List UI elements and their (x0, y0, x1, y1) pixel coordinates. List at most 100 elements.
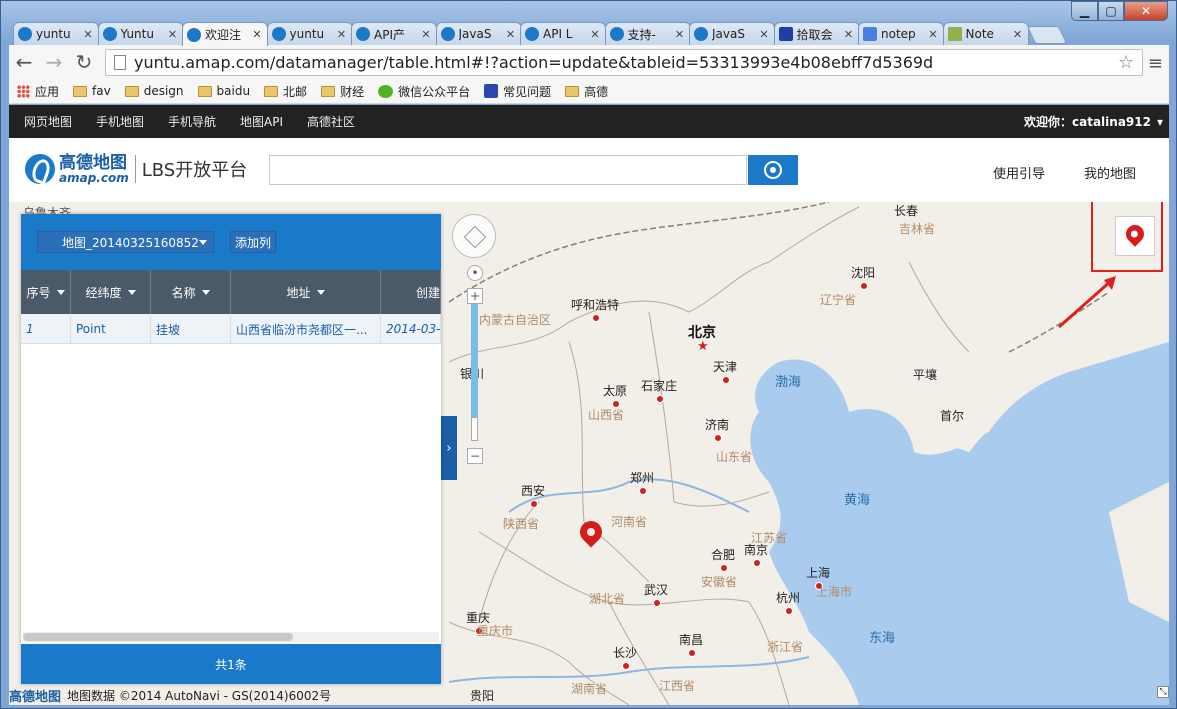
back-button[interactable]: ← (9, 47, 39, 77)
sea-label: 黄海 (844, 493, 871, 508)
column-header-coords[interactable]: 经纬度 (71, 270, 151, 314)
maximize-button[interactable]: ▢ (1098, 1, 1124, 21)
bookmark-item[interactable]: 微信公众平台 (378, 83, 470, 100)
cell-created: 2014-03-2 (381, 314, 441, 344)
province-label: 辽宁省 (820, 293, 857, 307)
map-select[interactable]: 地图_20140325160852 (37, 231, 214, 253)
topnav-item[interactable]: 手机导航 (168, 113, 216, 130)
page-content: 网页地图 手机地图 手机导航 地图API 高德社区 欢迎你：catalina91… (9, 105, 1169, 705)
column-header-name[interactable]: 名称 (151, 270, 231, 314)
horizontal-scrollbar[interactable] (23, 632, 439, 642)
city-label: 上海 (806, 566, 831, 590)
tab-label: Yuntu (120, 27, 154, 41)
column-header-index[interactable]: 序号 (21, 270, 71, 314)
province-label: 内蒙古自治区 (479, 313, 552, 327)
tab-label: 欢迎注 (205, 28, 242, 42)
scrollbar-thumb[interactable] (23, 633, 293, 641)
browser-tab[interactable]: Yuntu ✕ (97, 22, 184, 45)
zoom-reset-button[interactable]: • (467, 265, 483, 281)
table-row[interactable]: 1 Point 挂坡 山西省临汾市尧都区一... 2014-03-2 (21, 314, 441, 344)
reload-button[interactable]: ↻ (69, 47, 99, 77)
browser-tab[interactable]: JavaS ✕ (435, 22, 522, 45)
topnav-item[interactable]: 高德社区 (307, 113, 355, 130)
star-icon[interactable]: ☆ (1118, 52, 1142, 73)
expand-icon[interactable]: ⤡ (1157, 686, 1169, 698)
browser-tab[interactable]: notep ✕ (858, 22, 944, 45)
province-label: 河南省 (611, 515, 648, 529)
close-icon[interactable]: ✕ (674, 28, 686, 41)
browser-tab[interactable]: 欢迎注 ✕ (182, 22, 268, 46)
close-icon[interactable]: ✕ (505, 28, 517, 41)
user-menu[interactable]: 欢迎你：catalina912 ▾ (1024, 105, 1169, 138)
close-icon[interactable]: ✕ (82, 28, 94, 41)
close-icon[interactable]: ✕ (1012, 28, 1024, 41)
close-icon[interactable]: ✕ (336, 28, 348, 41)
close-icon[interactable]: ✕ (843, 28, 855, 41)
column-label: 经纬度 (85, 285, 122, 300)
close-icon[interactable]: ✕ (758, 28, 770, 41)
bookmark-item[interactable]: 高德 (565, 83, 608, 100)
topnav-item[interactable]: 网页地图 (24, 113, 72, 130)
browser-tab[interactable]: API产 ✕ (351, 22, 437, 45)
close-icon[interactable]: ✕ (167, 28, 179, 41)
panel-collapse-button[interactable]: › (441, 416, 457, 480)
topnav-item[interactable]: 地图API (240, 113, 283, 130)
sort-icon (316, 289, 325, 295)
amap-logo[interactable]: 高德地图 amap.com LBS开放平台 (25, 154, 247, 184)
my-maps-link[interactable]: 我的地图 (1084, 163, 1136, 182)
reload-icon: ↻ (75, 50, 93, 74)
add-column-button[interactable]: 添加列 (230, 231, 276, 253)
bookmark-label: 北邮 (283, 84, 308, 99)
zoom-in-button[interactable]: + (467, 288, 483, 304)
amap-logo-icon (25, 154, 55, 184)
topnav-item[interactable]: 手机地图 (96, 113, 144, 130)
province-label: 安徽省 (701, 575, 738, 589)
bookmark-item[interactable]: fav (73, 84, 111, 98)
zoom-handle[interactable] (471, 417, 478, 441)
close-icon[interactable]: ✕ (589, 28, 601, 41)
province-label: 江苏省 (751, 531, 788, 545)
tab-label: API产 (374, 27, 405, 42)
site-topnav: 网页地图 手机地图 手机导航 地图API 高德社区 欢迎你：catalina91… (9, 105, 1169, 138)
city-label: 贵阳 (470, 689, 495, 703)
column-header-address[interactable]: 地址 (231, 270, 381, 314)
city-label: 首尔 (940, 409, 965, 423)
folder-icon (197, 85, 212, 97)
menu-icon[interactable]: ≡ (1148, 53, 1163, 74)
bookmark-item[interactable]: 财经 (321, 83, 364, 100)
bookmark-item[interactable]: baidu (197, 84, 250, 98)
address-bar[interactable]: yuntu.amap.com/datamanager/table.html#!?… (105, 49, 1143, 76)
browser-tab[interactable]: API L ✕ (520, 22, 606, 45)
column-header-created[interactable]: 创建 (381, 270, 441, 314)
browser-tab[interactable]: 支持- ✕ (604, 22, 691, 45)
province-label: 湖南省 (571, 682, 608, 696)
apps-icon (17, 84, 30, 98)
guide-link[interactable]: 使用引导 (993, 163, 1045, 182)
bookmark-label: 微信公众平台 (398, 84, 471, 99)
close-window-button[interactable]: ✕ (1124, 1, 1168, 21)
amap-favicon-icon (609, 27, 624, 41)
locate-button[interactable] (748, 155, 798, 185)
page-icon (114, 55, 126, 70)
pan-control[interactable] (452, 214, 496, 258)
zoom-out-button[interactable]: − (467, 448, 483, 464)
city-label: 呼和浩特 (571, 298, 620, 322)
browser-tab[interactable]: Note ✕ (942, 22, 1029, 45)
zoom-slider[interactable] (471, 304, 478, 441)
close-icon[interactable]: ✕ (420, 28, 432, 41)
tab-label: Note (965, 27, 994, 41)
bookmark-item[interactable]: 常见问题 (484, 83, 551, 100)
browser-tab[interactable]: yuntu ✕ (266, 22, 353, 45)
bookmark-item[interactable]: 应用 (17, 83, 59, 100)
browser-tab[interactable]: JavaS ✕ (689, 22, 775, 45)
minimize-button[interactable]: ▁ (1071, 1, 1098, 21)
browser-tab[interactable]: 拾取会 ✕ (773, 22, 860, 45)
close-icon[interactable]: ✕ (251, 28, 263, 41)
search-input[interactable] (269, 155, 747, 185)
bookmark-item[interactable]: design (124, 84, 184, 98)
url-text[interactable]: yuntu.amap.com/datamanager/table.html#!?… (134, 53, 1118, 72)
close-icon[interactable]: ✕ (927, 28, 939, 41)
forward-button[interactable]: → (39, 47, 69, 77)
bookmark-item[interactable]: 北邮 (264, 83, 307, 100)
browser-tab[interactable]: yuntu ✕ (13, 22, 99, 45)
